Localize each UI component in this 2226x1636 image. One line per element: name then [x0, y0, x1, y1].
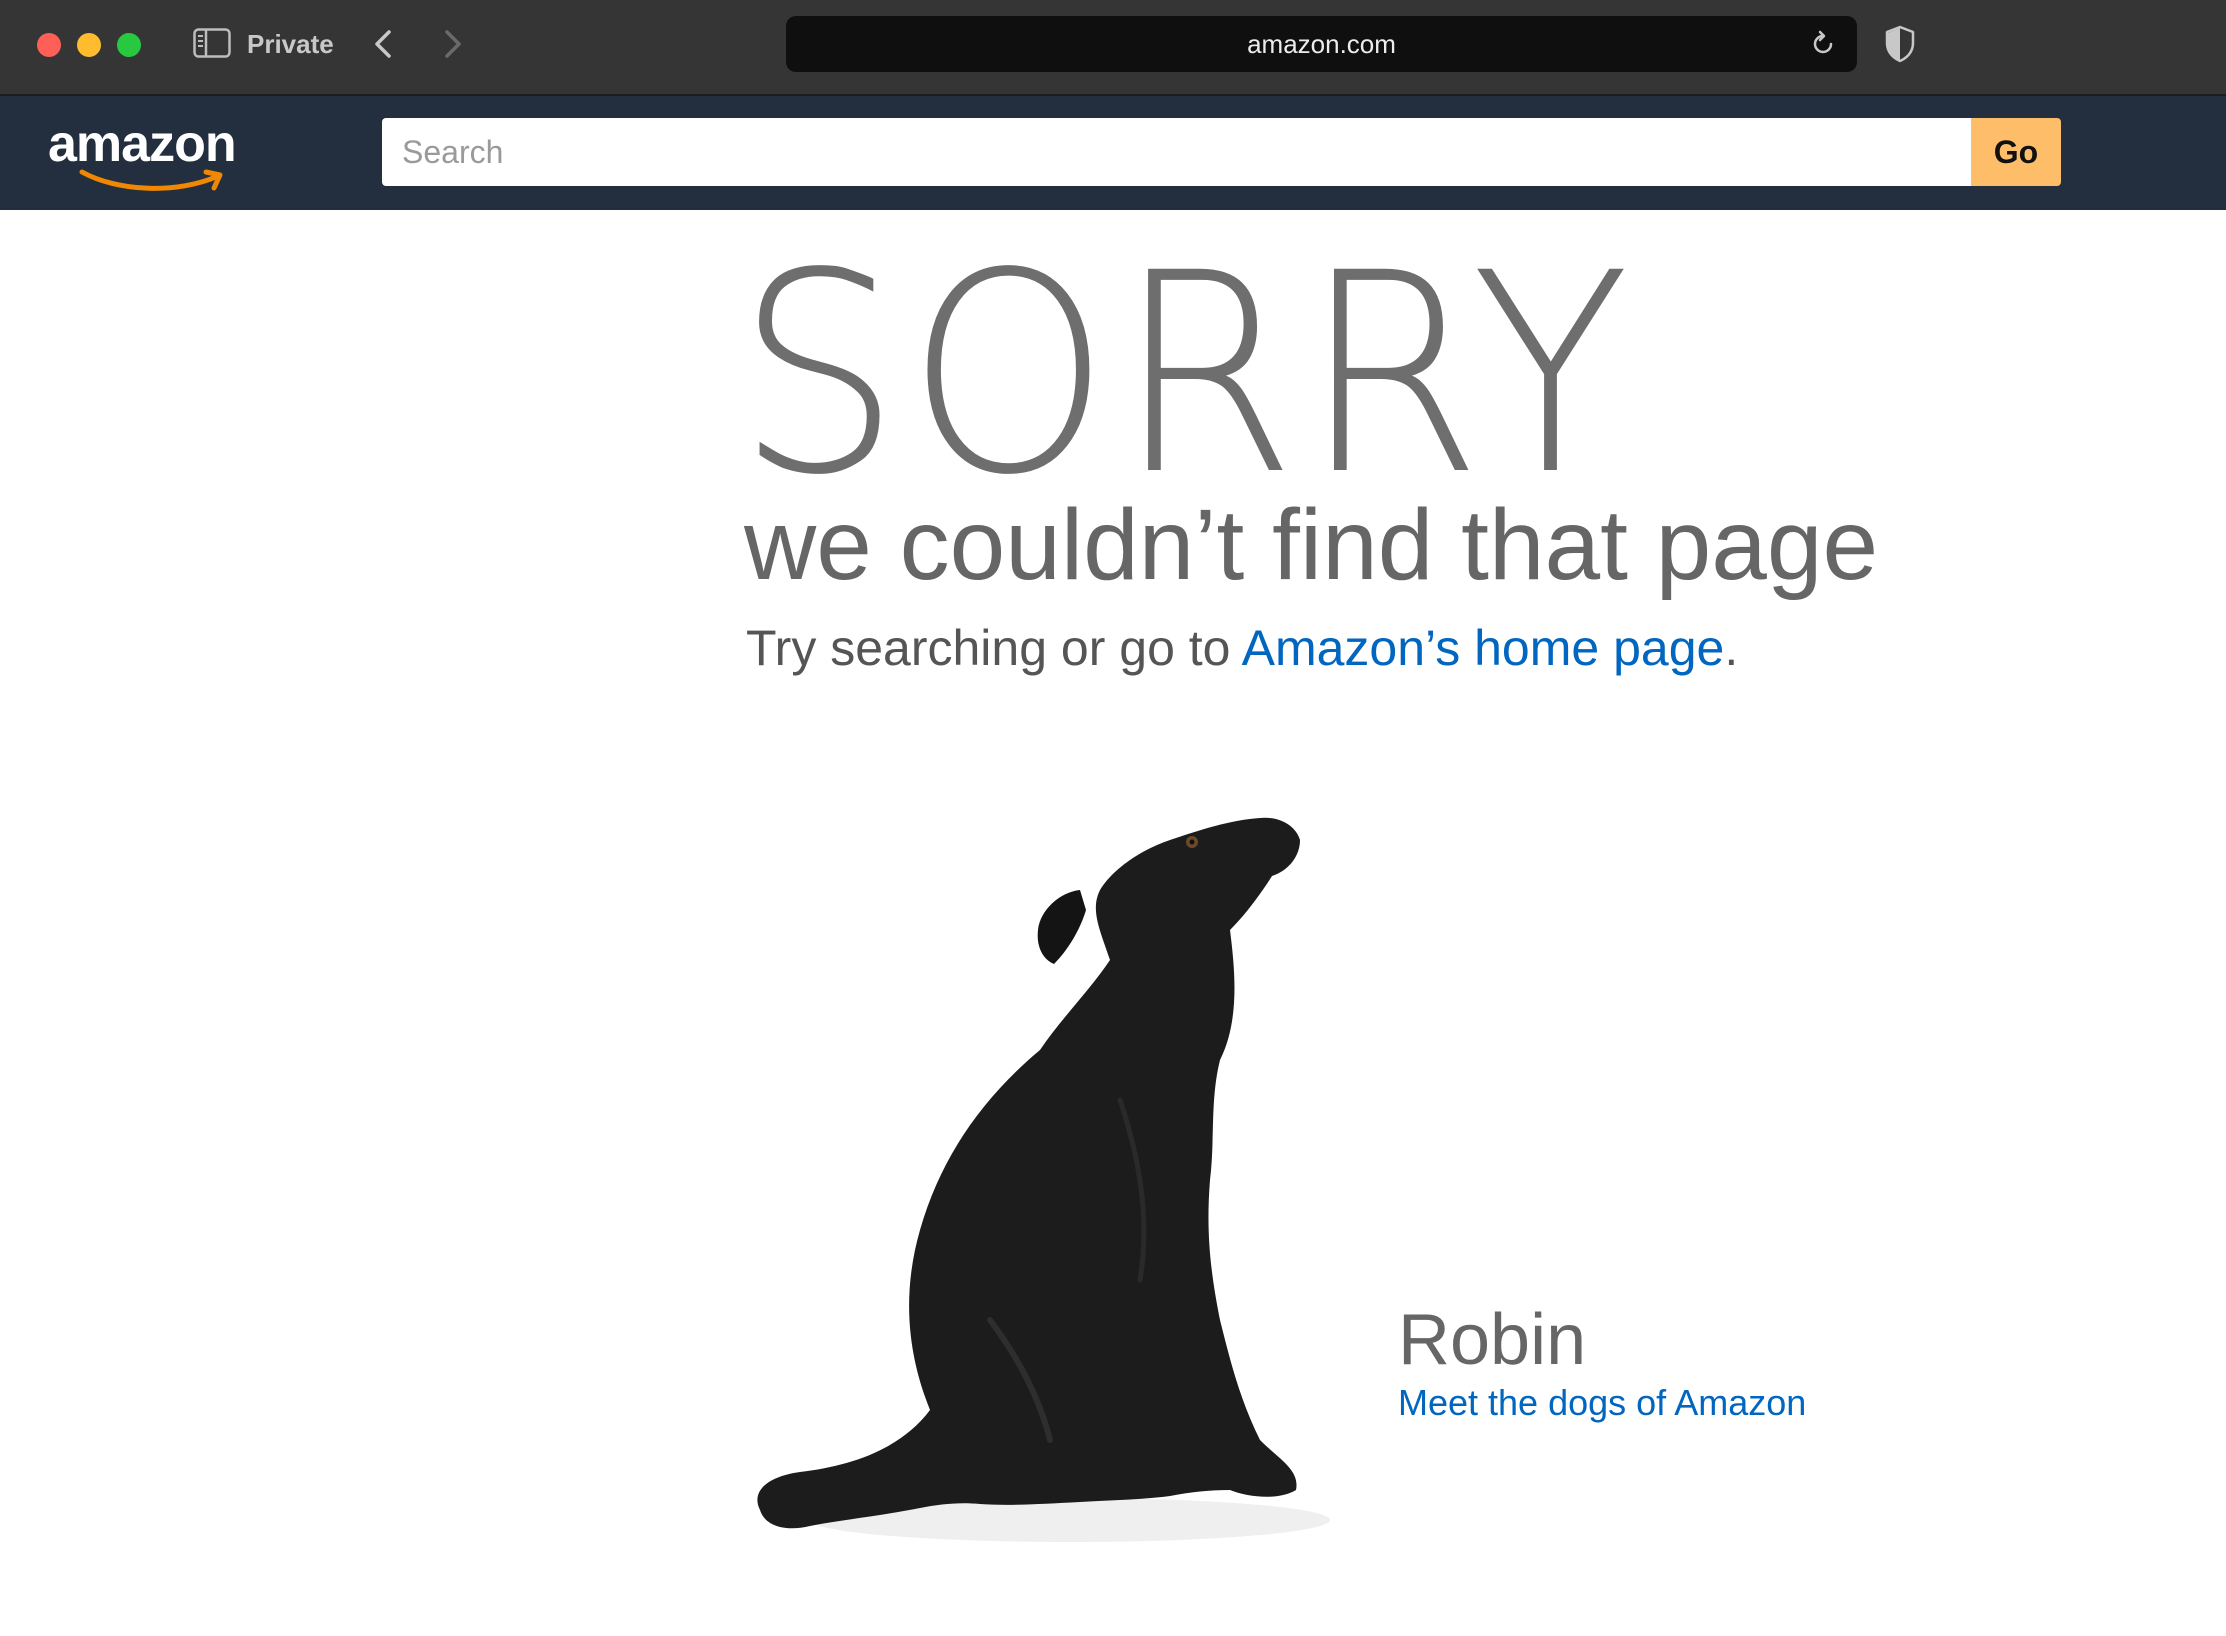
browser-toolbar: Private amazon.com: [0, 0, 2226, 96]
private-label: Private: [247, 29, 334, 59]
maximize-window-button[interactable]: [117, 33, 141, 57]
try-prefix: Try searching or go to: [746, 620, 1242, 676]
dog-name: Robin: [1398, 1300, 1587, 1380]
smile-arrow-icon: [79, 169, 223, 191]
go-button[interactable]: Go: [1971, 118, 2061, 186]
chevron-left-icon[interactable]: [370, 26, 396, 62]
try-suffix: .: [1724, 620, 1739, 676]
search-input[interactable]: [382, 118, 1972, 186]
home-page-link[interactable]: Amazon’s home page: [1242, 620, 1725, 676]
minimize-window-button[interactable]: [77, 33, 101, 57]
meet-dogs-link[interactable]: Meet the dogs of Amazon: [1398, 1380, 1806, 1426]
chevron-right-icon[interactable]: [440, 26, 466, 62]
reload-icon[interactable]: [1809, 30, 1837, 58]
close-window-button[interactable]: [37, 33, 61, 57]
dog-image: [757, 817, 1330, 1542]
sorry-heading: SORRY: [736, 215, 1636, 536]
sidebar-icon[interactable]: [193, 28, 231, 58]
try-searching-text: Try searching or go to Amazon’s home pag…: [746, 618, 1738, 678]
site-header: amazon Go: [0, 96, 2226, 210]
shield-icon[interactable]: [1884, 25, 1916, 63]
amazon-logo[interactable]: amazon: [48, 114, 258, 194]
not-found-subheading: we couldn’t find that page: [744, 489, 1879, 601]
address-text: amazon.com: [1247, 29, 1396, 59]
logo-text: amazon: [48, 115, 237, 173]
address-bar[interactable]: amazon.com: [786, 16, 1857, 72]
